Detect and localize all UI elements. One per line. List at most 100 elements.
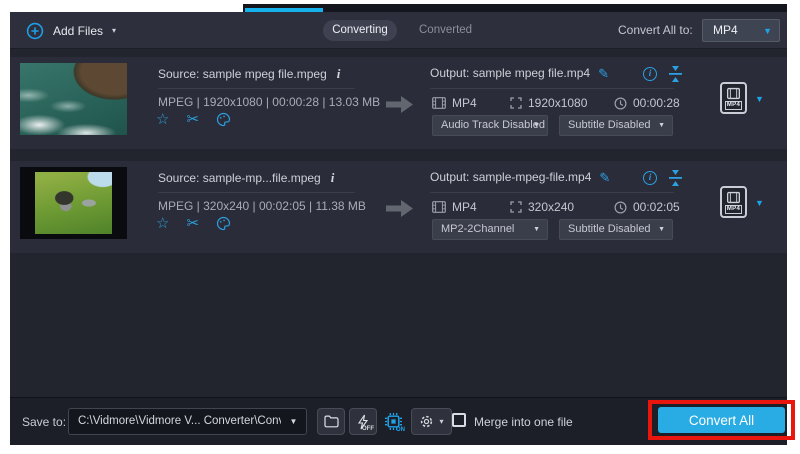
folder-icon (324, 415, 339, 428)
rename-pencil-icon[interactable]: ✎ (599, 171, 610, 184)
output-resolution: 1920x1080 (510, 96, 587, 110)
clock-icon (614, 201, 627, 214)
row-tools: ☆ ✂ (156, 216, 231, 231)
film-icon (727, 87, 740, 100)
cut-icon[interactable]: ✂ (186, 216, 199, 231)
film-icon (432, 97, 446, 109)
save-path-combobox[interactable]: C:\Vidmore\Vidmore V... Converter\Conver… (68, 408, 307, 435)
palette-icon[interactable] (216, 216, 231, 231)
arrow-right-icon (386, 199, 413, 218)
save-path-value: C:\Vidmore\Vidmore V... Converter\Conver… (69, 409, 281, 434)
split-icon[interactable] (669, 66, 682, 82)
info-icon[interactable]: i (331, 170, 335, 186)
subtitle-value: Subtitle Disabled (568, 220, 651, 239)
divider (158, 192, 355, 193)
chevron-down-icon[interactable]: ▼ (281, 409, 306, 434)
divider (430, 192, 674, 193)
subtitle-dropdown[interactable]: Subtitle Disabled ▼ (559, 219, 673, 240)
chevron-down-icon: ▼ (658, 226, 665, 233)
chevron-down-icon: ▾ (439, 417, 443, 426)
output-filename: Output: sample-mpeg-file.mp4 (430, 170, 591, 184)
gpu-acceleration-button[interactable]: ON (380, 408, 407, 435)
info-icon[interactable]: i (337, 66, 341, 82)
audio-track-dropdown[interactable]: MP2-2Channel ▼ (432, 219, 548, 240)
film-icon (432, 201, 446, 213)
chevron-down-icon[interactable]: ▼ (755, 94, 764, 104)
source-filename: Source: sample-mp...file.mpeg (158, 171, 321, 185)
output-duration-value: 00:00:28 (633, 96, 680, 110)
chevron-down-icon: ▼ (533, 122, 540, 129)
add-files-label: Add Files (53, 24, 103, 38)
convert-all-to-label: Convert All to: (618, 12, 693, 49)
high-speed-toggle-button[interactable]: OFF (349, 408, 377, 435)
output-filename: Output: sample mpeg file.mp4 (430, 66, 590, 80)
audio-track-dropdown[interactable]: Audio Track Disabled ▼ (432, 115, 548, 136)
output-profile-button[interactable]: MP4 (720, 186, 747, 218)
open-folder-button[interactable] (317, 408, 345, 435)
profile-format-label: MP4 (725, 205, 742, 214)
chevron-down-icon: ▼ (763, 26, 772, 36)
source-filename: Source: sample mpeg file.mpeg (158, 67, 327, 81)
tab-converted[interactable]: Converted (419, 12, 472, 49)
audio-track-value: MP2-2Channel (441, 220, 514, 239)
source-line: Source: sample-mp...file.mpeg i (158, 170, 334, 186)
profile-format-label: MP4 (725, 101, 742, 110)
thumbnail-image-ocean (20, 63, 127, 135)
cut-icon[interactable]: ✂ (186, 112, 199, 127)
audio-track-value: Audio Track Disabled (441, 116, 545, 135)
output-duration: 00:02:05 (614, 200, 680, 214)
subtitle-dropdown[interactable]: Subtitle Disabled ▼ (559, 115, 673, 136)
plus-circle-icon (26, 22, 44, 40)
edit-effects-icon[interactable]: ☆ (156, 216, 169, 231)
tab-converting[interactable]: Converting (323, 20, 397, 41)
resolution-expand-icon (510, 201, 522, 213)
cropped-tab-bar (243, 4, 787, 12)
arrow-right-icon (386, 95, 413, 114)
format-select-value: MP4 (713, 20, 738, 41)
source-line: Source: sample mpeg file.mpeg i (158, 66, 340, 82)
output-line: Output: sample mpeg file.mp4 ✎ (430, 66, 609, 80)
divider (430, 88, 674, 89)
edit-effects-icon[interactable]: ☆ (156, 112, 169, 127)
settings-button[interactable]: ▾ (411, 408, 452, 435)
app-window: Add Files ▾ Converting Converted Convert… (10, 12, 787, 445)
save-to-label: Save to: (22, 398, 66, 446)
palette-icon[interactable] (216, 112, 231, 127)
output-resolution-value: 1920x1080 (528, 96, 587, 110)
gear-icon (419, 414, 434, 429)
output-duration: 00:00:28 (614, 96, 680, 110)
subtitle-value: Subtitle Disabled (568, 116, 651, 135)
output-format: MP4 (432, 200, 477, 214)
output-format-value: MP4 (452, 200, 477, 214)
source-meta: MPEG | 320x240 | 00:02:05 | 11.38 MB (158, 199, 366, 213)
merge-checkbox[interactable] (452, 413, 466, 427)
chevron-down-icon: ▼ (533, 226, 540, 233)
thumbnail-image-meadow (35, 172, 112, 234)
output-profile-button[interactable]: MP4 (720, 82, 747, 114)
output-resolution-value: 320x240 (528, 200, 574, 214)
file-row-1[interactable]: Source: sample mpeg file.mpeg i MPEG | 1… (10, 57, 787, 149)
output-format: MP4 (432, 96, 477, 110)
video-thumbnail (20, 167, 127, 239)
rename-pencil-icon[interactable]: ✎ (598, 67, 609, 80)
output-info-icon[interactable]: i (643, 171, 657, 185)
split-icon[interactable] (669, 170, 682, 186)
chevron-down-icon[interactable]: ▾ (112, 26, 116, 35)
output-info-icon[interactable]: i (643, 67, 657, 81)
convert-all-button[interactable]: Convert All (658, 407, 785, 433)
chip-state-label: ON (396, 427, 405, 433)
convert-all-format-select[interactable]: MP4 ▼ (702, 19, 780, 42)
output-duration-value: 00:02:05 (633, 200, 680, 214)
output-format-value: MP4 (452, 96, 477, 110)
resolution-expand-icon (510, 97, 522, 109)
annotation-highlight-box: Convert All (648, 400, 795, 440)
output-line: Output: sample-mpeg-file.mp4 ✎ (430, 170, 610, 184)
film-icon (727, 191, 740, 204)
lightning-state-label: OFF (362, 426, 374, 432)
add-files-button[interactable]: Add Files ▾ (26, 12, 116, 49)
merge-label: Merge into one file (474, 398, 573, 446)
divider (158, 88, 355, 89)
chevron-down-icon[interactable]: ▼ (755, 198, 764, 208)
source-meta: MPEG | 1920x1080 | 00:00:28 | 13.03 MB (158, 95, 380, 109)
file-row-2[interactable]: Source: sample-mp...file.mpeg i MPEG | 3… (10, 161, 787, 253)
